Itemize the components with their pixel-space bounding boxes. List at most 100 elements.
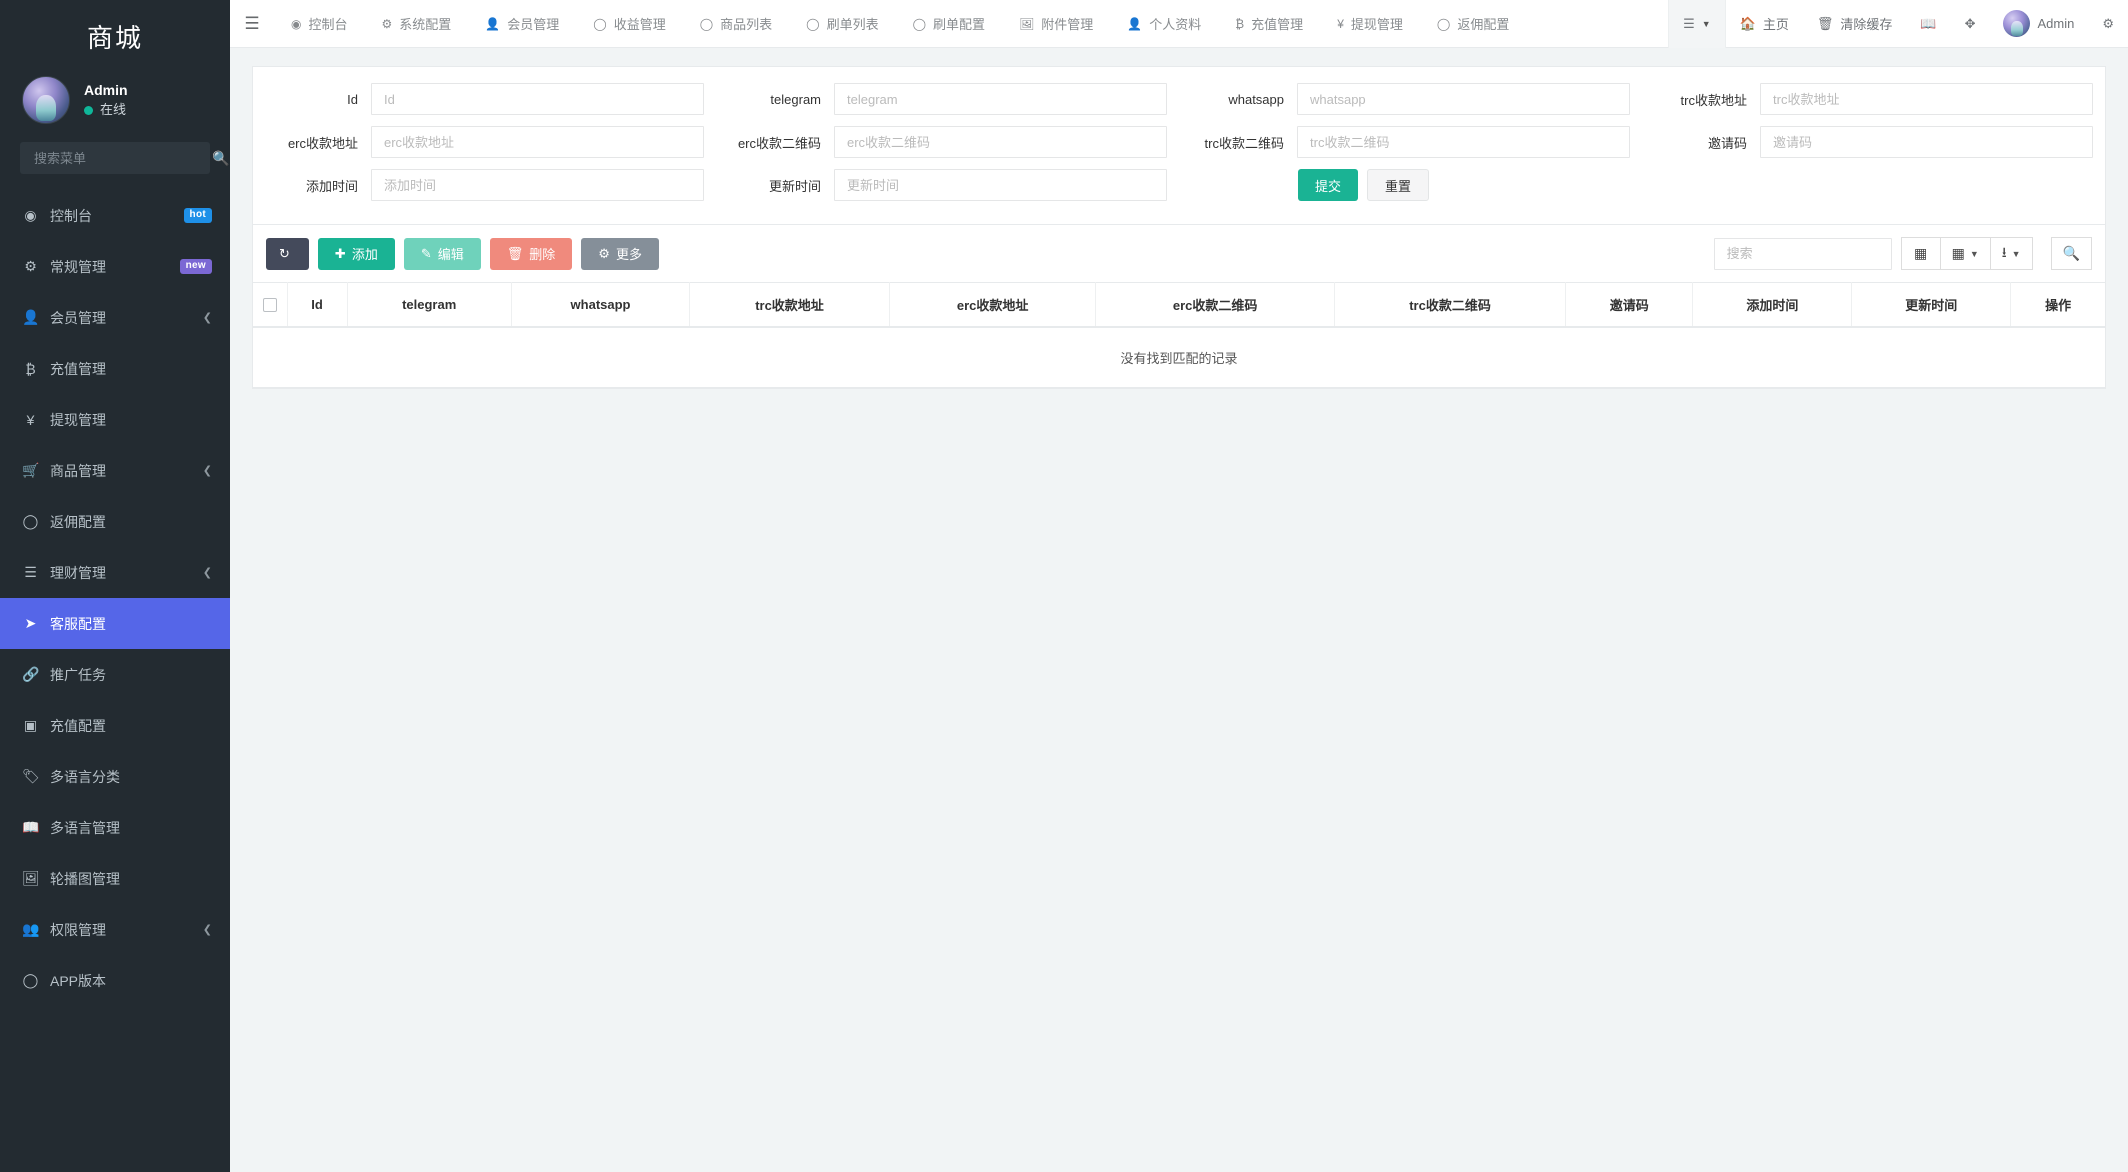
topnav-item-7[interactable]: 🖼 附件管理 <box>1002 0 1110 48</box>
field-input-9[interactable] <box>834 169 1167 201</box>
sidebar-item-14[interactable]: 👥 权限管理 ❮ <box>0 904 230 955</box>
menu-search-input[interactable] <box>32 149 212 167</box>
column-header-0[interactable]: Id <box>287 282 348 328</box>
column-header-5[interactable]: erc收款二维码 <box>1095 282 1335 328</box>
column-header-4[interactable]: erc收款地址 <box>889 282 1097 328</box>
topnav-item-6[interactable]: ◯ 刷单配置 <box>896 0 1002 48</box>
sidebar-item-5[interactable]: 🛒 商品管理 ❮ <box>0 445 230 496</box>
table-header-row: Id telegram whatsapp trc收款地址 erc收款地址 erc收款二维码… <box>253 282 2105 328</box>
field-input-7[interactable] <box>1760 126 2093 158</box>
search-button[interactable]: 🔍 <box>2050 237 2092 270</box>
topnav-item-label: 附件管理 <box>1041 17 1094 32</box>
field-input-0[interactable] <box>371 83 704 115</box>
sidebar-item-15[interactable]: ◯ APP版本 <box>0 955 230 1006</box>
column-header-7[interactable]: 邀请码 <box>1565 282 1694 328</box>
form-group-2: whatsapp <box>1179 83 1642 115</box>
topbar: ☰ ◉ 控制台 ⚙ 系统配置 👤 会员管理 ◯ 收益管理 ◯ 商品列表 ◯ 刷单列表 ◯ 刷单配置 🖼 附件管… <box>230 0 2128 48</box>
topnav-item-11[interactable]: ◯ 返佣配置 <box>1420 0 1526 48</box>
refresh-button[interactable]: ↻ <box>266 237 309 270</box>
topnav-item-4[interactable]: ◯ 商品列表 <box>683 0 789 48</box>
sidebar-item-badge: hot <box>183 208 212 223</box>
circle-icon: ◯ <box>699 16 714 31</box>
menu-search[interactable]: 🔍 <box>20 142 229 174</box>
topnav-item-1[interactable]: ⚙ 系统配置 <box>365 0 469 48</box>
sidebar-profile[interactable]: Admin 在线 <box>0 72 230 142</box>
submit-button[interactable]: 提交 <box>1298 169 1359 201</box>
form-row: Id telegram whatsapp trc收款地址 <box>253 83 2105 126</box>
sidebar-item-6[interactable]: ◯ 返佣配置 <box>0 496 230 547</box>
column-header-10[interactable]: 操作 <box>2010 282 2105 328</box>
topnav-item-8[interactable]: 👤 个人资料 <box>1110 0 1218 48</box>
sidebar: 商城 Admin 在线 🔍 ◉ 控制台 hot ⚙ 常规管理 new 👤 会员管理 ❮ ₿ 充值管理… <box>0 0 230 1172</box>
edit-button[interactable]: ✎ 编辑 <box>403 237 481 270</box>
clear-cache-button[interactable]: 🗑 清除缓存 <box>1803 0 1907 48</box>
sidebar-item-4[interactable]: ¥ 提现管理 <box>0 394 230 445</box>
cogs-icon: ⚙ <box>24 258 37 274</box>
column-header-8[interactable]: 添加时间 <box>1692 282 1853 328</box>
language-button[interactable]: 📖 <box>1906 0 1950 48</box>
telegram-icon: ➤ <box>24 615 37 631</box>
topnav-item-5[interactable]: ◯ 刷单列表 <box>789 0 895 48</box>
sidebar-item-3[interactable]: ₿ 充值管理 <box>0 343 230 394</box>
search-icon[interactable]: 🔍 <box>212 150 229 167</box>
home-icon: 🏠 <box>1739 15 1756 31</box>
sidebar-item-2[interactable]: 👤 会员管理 ❮ <box>0 292 230 343</box>
card-view-button[interactable]: ▦ <box>1900 237 1941 270</box>
field-input-4[interactable] <box>371 126 704 158</box>
link-icon: 🔗 <box>22 666 40 682</box>
more-button[interactable]: ⚙ 更多 <box>581 237 659 270</box>
gear-icon: ⚙ <box>598 245 610 261</box>
delete-button[interactable]: 🗑 删除 <box>489 237 573 270</box>
topnav-item-10[interactable]: ¥ 提现管理 <box>1320 0 1420 48</box>
user-icon: 👤 <box>1127 16 1143 31</box>
field-input-6[interactable] <box>1297 126 1630 158</box>
column-header-9[interactable]: 更新时间 <box>1851 282 2012 328</box>
column-header-3[interactable]: trc收款地址 <box>689 282 890 328</box>
settings-button[interactable]: ⚙ <box>2088 0 2128 48</box>
sidebar-item-label: 会员管理 <box>50 309 106 326</box>
topnav-item-0[interactable]: ◉ 控制台 <box>274 0 365 48</box>
add-button[interactable]: ✚ 添加 <box>317 237 395 270</box>
trash-icon: 🗑 <box>1816 15 1834 31</box>
content-area: Idtelegramwhatsapptrc收款地址erc收款地址erc收款二维码… <box>230 48 2128 1172</box>
layout-menu-button[interactable]: ☰ ▼ <box>1668 0 1726 48</box>
select-all-checkbox[interactable] <box>262 298 277 313</box>
field-input-2[interactable] <box>1297 83 1630 115</box>
export-button[interactable]: ⭳ ▼ <box>1989 237 2033 270</box>
brand-title: 商城 <box>86 22 143 53</box>
column-header-2[interactable]: whatsapp <box>511 282 691 328</box>
topnav-item-2[interactable]: 👤 会员管理 <box>468 0 576 48</box>
field-input-8[interactable] <box>371 169 704 201</box>
sidebar-item-label: 常规管理 <box>50 258 106 275</box>
columns-button[interactable]: ▦ ▼ <box>1939 237 1991 270</box>
field-label: erc收款地址 <box>287 135 358 151</box>
column-header-1[interactable]: telegram <box>347 282 512 328</box>
field-input-5[interactable] <box>834 126 1167 158</box>
sidebar-item-10[interactable]: ▣ 充值配置 <box>0 700 230 751</box>
form-group-0: Id <box>253 83 716 115</box>
home-button[interactable]: 🏠 主页 <box>1726 0 1803 48</box>
reset-button[interactable]: 重置 <box>1367 169 1430 201</box>
chevron-left-icon: ❮ <box>202 465 212 477</box>
more-label: 更多 <box>615 247 642 262</box>
user-menu-button[interactable]: Admin <box>1989 0 2088 48</box>
table-search-input[interactable] <box>1713 237 1892 270</box>
sidebar-item-label: 客服配置 <box>50 615 106 632</box>
sidebar-item-8[interactable]: ➤ 客服配置 <box>0 598 230 649</box>
sidebar-item-7[interactable]: ☰ 理财管理 ❮ <box>0 547 230 598</box>
toolbar-right: ▦ ▦ ▼ ⭳ ▼ 🔍 <box>1713 237 2092 270</box>
sidebar-toggle-button[interactable]: ☰ <box>230 0 274 48</box>
sidebar-item-13[interactable]: 🖼 轮播图管理 <box>0 853 230 904</box>
field-input-1[interactable] <box>834 83 1167 115</box>
sidebar-item-0[interactable]: ◉ 控制台 hot <box>0 190 230 241</box>
field-input-3[interactable] <box>1760 83 2093 115</box>
column-header-6[interactable]: trc收款二维码 <box>1334 282 1567 328</box>
sidebar-item-1[interactable]: ⚙ 常规管理 new <box>0 241 230 292</box>
sidebar-item-11[interactable]: 🏷 多语言分类 <box>0 751 230 802</box>
topnav-item-9[interactable]: ₿ 充值管理 <box>1218 0 1320 48</box>
topnav-item-3[interactable]: ◯ 收益管理 <box>576 0 682 48</box>
topnav-item-label: 商品列表 <box>720 17 773 32</box>
fullscreen-button[interactable]: ✥ <box>1951 0 1990 48</box>
sidebar-item-12[interactable]: 📖 多语言管理 <box>0 802 230 853</box>
sidebar-item-9[interactable]: 🔗 推广任务 <box>0 649 230 700</box>
